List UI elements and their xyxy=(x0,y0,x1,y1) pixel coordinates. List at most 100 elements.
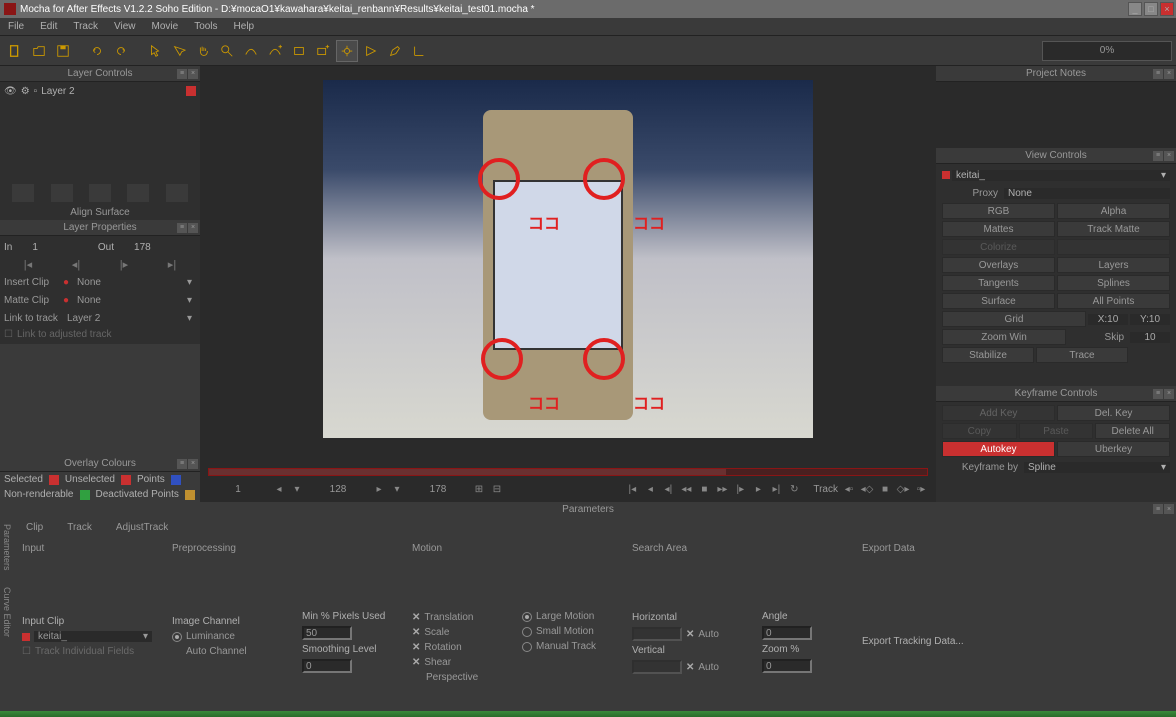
tracker-br[interactable] xyxy=(583,338,625,380)
deact-colour[interactable] xyxy=(185,490,195,500)
track-back-icon[interactable]: ◂▫ xyxy=(842,482,856,496)
menu-help[interactable]: Help xyxy=(230,19,259,34)
delete-icon[interactable] xyxy=(166,184,188,202)
pen-icon[interactable] xyxy=(384,40,406,62)
angle-input[interactable] xyxy=(762,626,812,640)
tracker-tl[interactable] xyxy=(478,158,520,200)
undo-icon[interactable] xyxy=(86,40,108,62)
menu-track[interactable]: Track xyxy=(69,19,102,34)
keyframe-by-dropdown[interactable]: Spline▾ xyxy=(1024,462,1170,473)
out-point-icon[interactable]: ▸ xyxy=(372,482,386,496)
nav-last-icon[interactable]: ▸| xyxy=(168,258,176,271)
in-point-icon[interactable]: ◂ xyxy=(272,482,286,496)
viewer[interactable]: ココ ココ ココ ココ 1 ◂ ▾ 128 ▸ ▾ 178 ⊞ ⊟ |◂ ◂ ◂… xyxy=(200,66,936,502)
eye-icon[interactable]: 👁 xyxy=(4,86,17,97)
menu-file[interactable]: File xyxy=(4,19,28,34)
grid-button[interactable]: Grid xyxy=(942,311,1086,327)
manual-track-radio[interactable] xyxy=(522,642,532,652)
all-points-button[interactable]: All Points xyxy=(1057,293,1170,309)
angle-icon[interactable] xyxy=(408,40,430,62)
export-tracking-button[interactable]: Export Tracking Data... xyxy=(862,636,982,647)
uberkey-button[interactable]: Uberkey xyxy=(1057,441,1170,457)
timeline[interactable] xyxy=(208,468,928,476)
loop-icon[interactable]: ↻ xyxy=(787,482,801,496)
selected-colour[interactable] xyxy=(49,475,59,485)
add-rect-icon[interactable] xyxy=(312,40,334,62)
zoom-in-icon[interactable]: ⊞ xyxy=(472,482,486,496)
collapse-icon[interactable]: ≡ xyxy=(1153,504,1163,514)
track-fwd-icon[interactable]: ◇▸ xyxy=(896,482,910,496)
surface-button[interactable]: Surface xyxy=(942,293,1055,309)
add-spline-icon[interactable] xyxy=(264,40,286,62)
collapse-icon[interactable]: ≡ xyxy=(177,223,187,233)
overlays-button[interactable]: Overlays xyxy=(942,257,1055,273)
gear-icon[interactable]: ⚙ xyxy=(21,86,30,97)
viewer-image[interactable]: ココ ココ ココ ココ xyxy=(323,80,813,438)
rgb-button[interactable]: RGB xyxy=(942,203,1055,219)
tab-adjust[interactable]: AdjustTrack xyxy=(112,520,172,535)
menu-edit[interactable]: Edit xyxy=(36,19,61,34)
vertical-input[interactable] xyxy=(632,660,682,674)
grid-y-input[interactable]: Y:10 xyxy=(1130,314,1170,325)
close-panel-icon[interactable]: × xyxy=(1164,151,1174,161)
smoothing-input[interactable] xyxy=(302,659,352,673)
play-back-icon[interactable]: ◂| xyxy=(661,482,675,496)
layer-color-swatch[interactable] xyxy=(186,86,196,96)
splines-button[interactable]: Splines xyxy=(1057,275,1170,291)
rect-icon[interactable] xyxy=(288,40,310,62)
close-panel-icon[interactable]: × xyxy=(188,459,198,469)
frame-end[interactable]: 178 xyxy=(408,484,468,495)
tracker-tr[interactable] xyxy=(583,158,625,200)
collapse-icon[interactable]: ≡ xyxy=(177,459,187,469)
tangents-button[interactable]: Tangents xyxy=(942,275,1055,291)
layers-button[interactable]: Layers xyxy=(1057,257,1170,273)
zoom-icon[interactable] xyxy=(216,40,238,62)
close-panel-icon[interactable]: × xyxy=(1164,389,1174,399)
luminance-radio[interactable] xyxy=(172,632,182,642)
in-value[interactable]: 1 xyxy=(32,242,38,253)
collapse-icon[interactable]: ≡ xyxy=(1153,69,1163,79)
stabilize-button[interactable]: Stabilize xyxy=(942,347,1034,363)
parameters-tab[interactable]: Parameters xyxy=(0,516,14,579)
min-pixels-input[interactable] xyxy=(302,626,352,640)
curve-editor-tab[interactable]: Curve Editor xyxy=(0,579,14,645)
track-fwd2-icon[interactable]: ▫▸ xyxy=(914,482,928,496)
nav-prev-icon[interactable]: ◂| xyxy=(72,258,80,271)
tab-clip[interactable]: Clip xyxy=(22,520,47,535)
select-icon[interactable] xyxy=(168,40,190,62)
lock-icon[interactable]: ▫ xyxy=(34,86,38,97)
frame-current[interactable]: 128 xyxy=(308,484,368,495)
unselected-colour[interactable] xyxy=(121,475,131,485)
matte-clip-dropdown[interactable]: None xyxy=(73,293,196,307)
proxy-dropdown[interactable]: None xyxy=(1004,188,1170,199)
rotation-check[interactable]: ✕ xyxy=(412,642,420,653)
track-back2-icon[interactable]: ◂◇ xyxy=(860,482,874,496)
open-icon[interactable] xyxy=(28,40,50,62)
close-panel-icon[interactable]: × xyxy=(188,69,198,79)
delete-all-button[interactable]: Delete All xyxy=(1095,423,1170,439)
mattes-button[interactable]: Mattes xyxy=(942,221,1055,237)
frame-start[interactable]: 1 xyxy=(208,484,268,495)
horizontal-input[interactable] xyxy=(632,627,682,641)
minimize-button[interactable]: _ xyxy=(1128,2,1142,16)
close-panel-icon[interactable]: × xyxy=(1164,69,1174,79)
copy-button[interactable]: Copy xyxy=(942,423,1017,439)
attach-icon[interactable] xyxy=(336,40,358,62)
marker2-icon[interactable]: ▾ xyxy=(390,482,404,496)
large-motion-radio[interactable] xyxy=(522,612,532,622)
save-icon[interactable] xyxy=(52,40,74,62)
group-icon[interactable] xyxy=(51,184,73,202)
close-button[interactable]: × xyxy=(1160,2,1174,16)
checkbox-icon[interactable]: ☐ xyxy=(22,646,31,657)
duplicate-icon[interactable] xyxy=(12,184,34,202)
redo-icon[interactable] xyxy=(110,40,132,62)
spline-icon[interactable] xyxy=(240,40,262,62)
nonrender-colour[interactable] xyxy=(80,490,90,500)
menu-tools[interactable]: Tools xyxy=(190,19,221,34)
trace-button[interactable]: Trace xyxy=(1036,347,1128,363)
align-surface-button[interactable]: Align Surface xyxy=(0,204,200,220)
project-notes-area[interactable] xyxy=(936,82,1176,148)
arrow-icon[interactable] xyxy=(360,40,382,62)
translation-check[interactable]: ✕ xyxy=(412,612,420,623)
input-clip-dropdown[interactable]: keitai_▾ xyxy=(34,631,152,642)
